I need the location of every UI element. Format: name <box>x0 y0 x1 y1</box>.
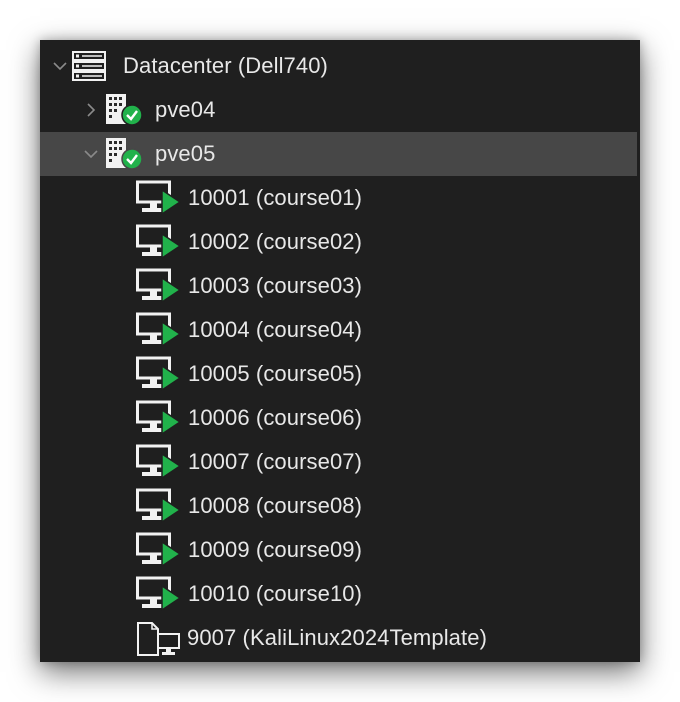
vm-running-icon <box>136 180 182 216</box>
vm-running-icon <box>136 488 182 524</box>
vm-label: 10004 (course04) <box>188 317 363 342</box>
vm-running-icon <box>136 224 182 260</box>
vm-label: 10009 (course09) <box>188 537 363 562</box>
datacenter-label: Datacenter (Dell740) <box>123 53 328 78</box>
tree-row-node-pve04[interactable]: pve04 <box>40 88 637 132</box>
template-icon <box>136 621 182 657</box>
vm-label: 10008 (course08) <box>188 493 363 518</box>
vm-label: 10005 (course05) <box>188 361 363 386</box>
tree-row-vm[interactable]: 10010 (course10) <box>40 572 637 616</box>
tree-row-vm[interactable]: 10006 (course06) <box>40 396 637 440</box>
tree-row-vm[interactable]: 10004 (course04) <box>40 308 637 352</box>
vm-running-icon <box>136 444 182 480</box>
vm-running-icon <box>136 400 182 436</box>
tree-row-template[interactable]: 9007 (KaliLinux2024Template) <box>40 616 637 660</box>
vm-label: 10010 (course10) <box>188 581 363 606</box>
vm-label: 10001 (course01) <box>188 185 363 210</box>
node-label-pve05: pve05 <box>155 141 216 166</box>
node-label-pve04: pve04 <box>155 97 216 122</box>
vm-label: 10006 (course06) <box>188 405 363 430</box>
template-label: 9007 (KaliLinux2024Template) <box>187 625 487 650</box>
tree-row-vm[interactable]: 10005 (course05) <box>40 352 637 396</box>
tree-row-vm[interactable]: 10003 (course03) <box>40 264 637 308</box>
vm-running-icon <box>136 268 182 304</box>
node-online-icon <box>105 93 145 127</box>
chevron-down-icon[interactable] <box>83 146 99 162</box>
vm-running-icon <box>136 312 182 348</box>
tree-row-datacenter[interactable]: Datacenter (Dell740) <box>40 44 637 88</box>
resource-tree-panel: Datacenter (Dell740) pve04 pve05 10001 (… <box>40 40 640 662</box>
tree-row-node-pve05[interactable]: pve05 <box>40 132 637 176</box>
tree-row-vm[interactable]: 10008 (course08) <box>40 484 637 528</box>
server-rack-icon <box>72 51 106 81</box>
chevron-right-icon[interactable] <box>83 102 99 118</box>
node-online-icon <box>105 137 145 171</box>
vm-label: 10007 (course07) <box>188 449 363 474</box>
vm-running-icon <box>136 576 182 612</box>
chevron-down-icon[interactable] <box>52 58 68 74</box>
tree-row-vm[interactable]: 10007 (course07) <box>40 440 637 484</box>
tree-row-vm[interactable]: 10001 (course01) <box>40 176 637 220</box>
tree-row-vm[interactable]: 10009 (course09) <box>40 528 637 572</box>
tree-row-vm[interactable]: 10002 (course02) <box>40 220 637 264</box>
vm-label: 10003 (course03) <box>188 273 363 298</box>
vm-running-icon <box>136 532 182 568</box>
vm-label: 10002 (course02) <box>188 229 363 254</box>
vm-running-icon <box>136 356 182 392</box>
